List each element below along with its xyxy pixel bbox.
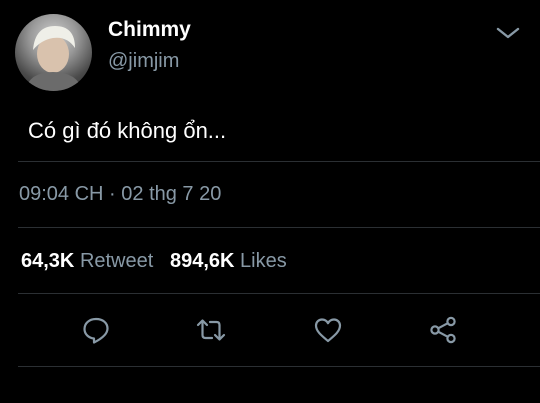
retweet-label[interactable]: Retweet [80, 250, 153, 272]
share-button[interactable] [427, 314, 459, 346]
share-icon [430, 316, 456, 344]
retweet-button[interactable] [195, 314, 227, 346]
divider [18, 366, 540, 367]
divider [18, 227, 540, 228]
chevron-down-icon[interactable] [494, 24, 522, 42]
retweet-icon [196, 319, 226, 341]
tweet-stats: 64,3K Retweet 894,6K Likes [21, 250, 287, 273]
divider [18, 293, 540, 294]
reply-button[interactable] [80, 314, 112, 346]
reply-icon [83, 317, 109, 344]
like-button[interactable] [312, 314, 344, 346]
tweet-text: Có gì đó không ổn... [28, 118, 227, 143]
heart-icon [314, 318, 342, 343]
tweet-timestamp: 09:04 CH · 02 thg 7 20 [19, 183, 222, 205]
user-handle[interactable]: @jimjim [108, 50, 179, 73]
likes-count[interactable]: 894,6K [170, 250, 235, 272]
retweet-count[interactable]: 64,3K [21, 250, 74, 272]
display-name[interactable]: Chimmy [108, 18, 191, 42]
likes-label[interactable]: Likes [240, 250, 287, 272]
divider [18, 161, 540, 162]
avatar[interactable] [15, 14, 92, 91]
